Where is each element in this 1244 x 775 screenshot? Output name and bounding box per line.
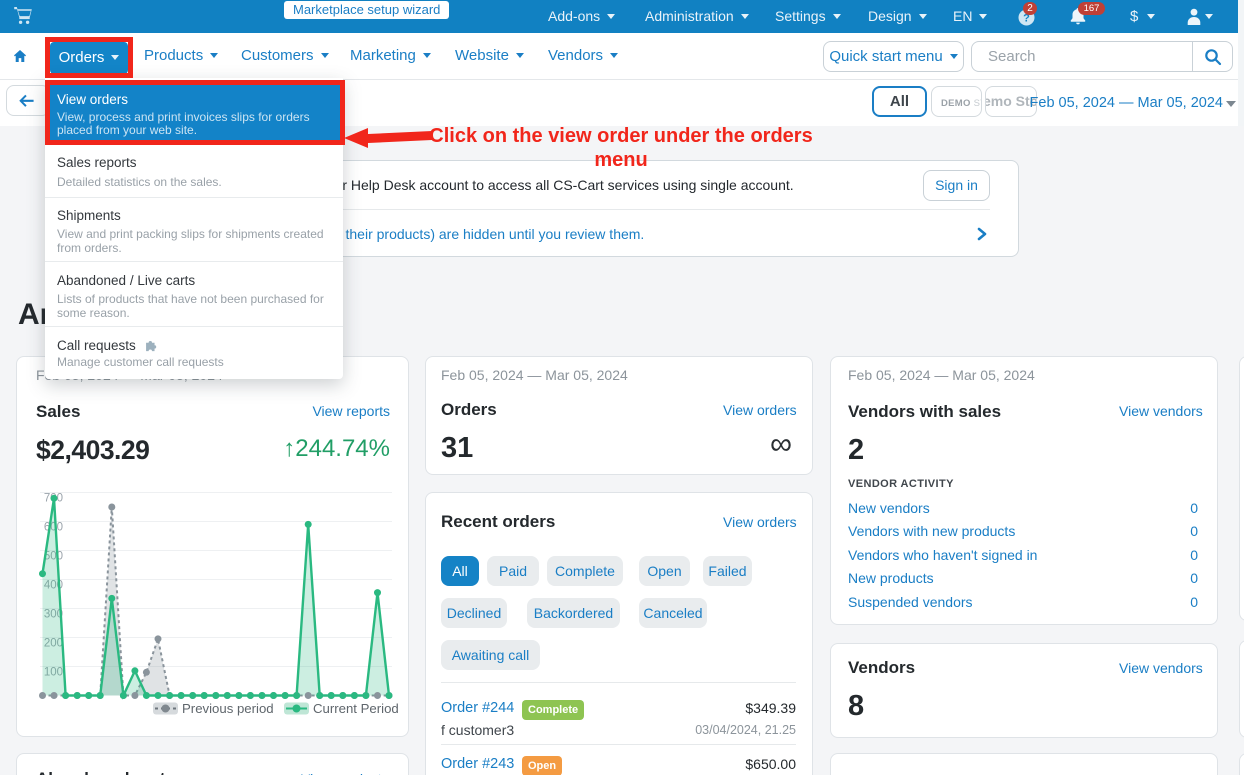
- svg-text:Current Period: Current Period: [313, 701, 399, 716]
- svg-text:Previous period: Previous period: [182, 701, 274, 716]
